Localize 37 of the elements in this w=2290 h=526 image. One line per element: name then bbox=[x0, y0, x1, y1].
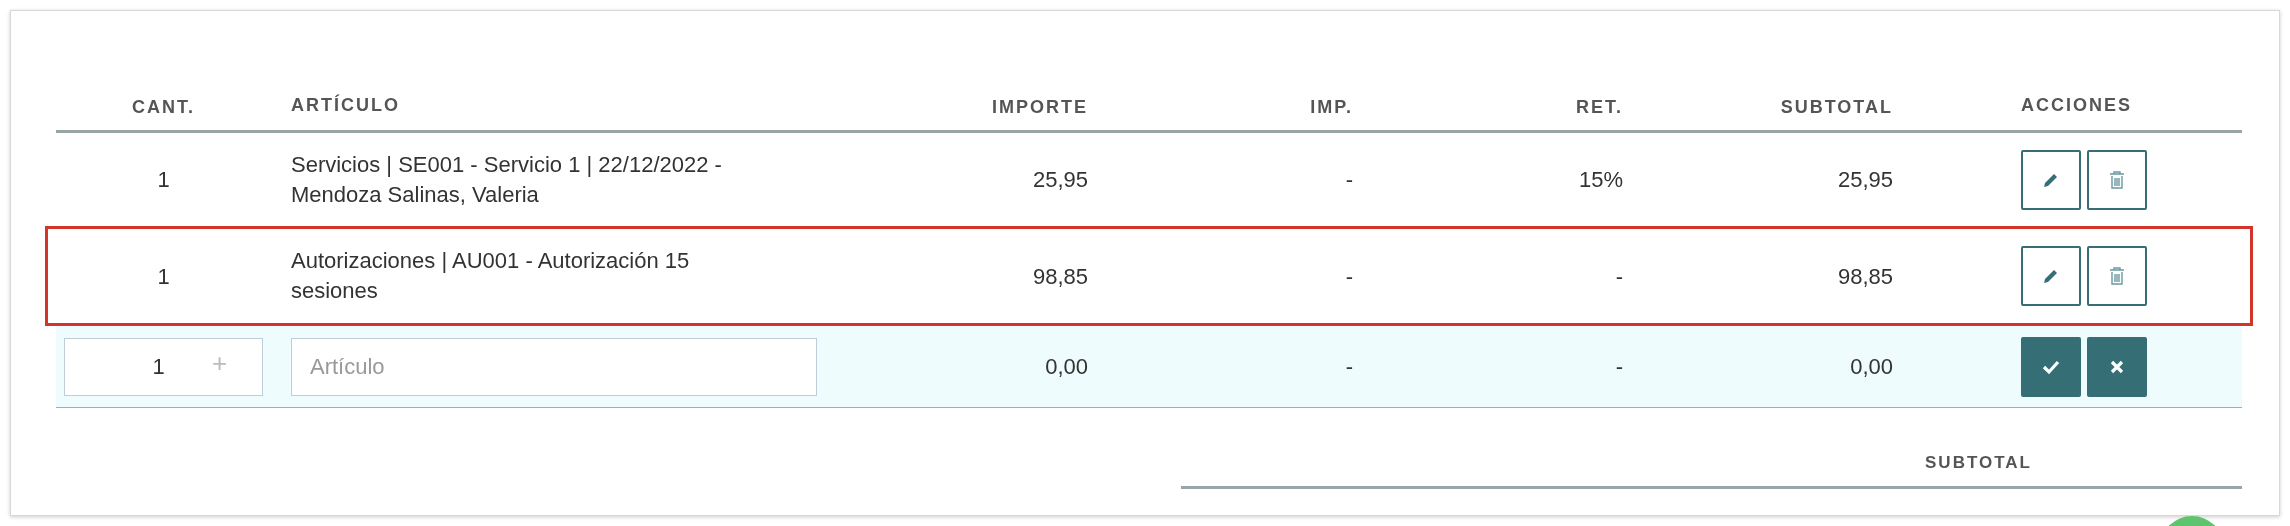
table-cell: - bbox=[1615, 354, 1623, 379]
pencil-icon bbox=[2042, 267, 2060, 285]
delete-button[interactable] bbox=[2087, 149, 2147, 210]
column-header: IMP. bbox=[1310, 97, 1353, 117]
plus-icon: + bbox=[212, 349, 228, 376]
column-header: IMPORTE bbox=[992, 97, 1088, 117]
cancel-button[interactable] bbox=[2087, 336, 2147, 397]
delete-button[interactable] bbox=[2087, 246, 2147, 306]
table-cell: 1 bbox=[157, 167, 170, 192]
article-field[interactable]: Artículo bbox=[291, 337, 817, 396]
close-icon bbox=[2110, 359, 2124, 374]
table-cell: - bbox=[1345, 354, 1353, 379]
trash-icon bbox=[2109, 266, 2125, 286]
check-icon bbox=[2042, 358, 2060, 375]
table-cell: 25,95 bbox=[1837, 167, 1893, 192]
summary-label: SUBTOTAL bbox=[1924, 452, 2033, 474]
table-cell: - bbox=[1615, 263, 1623, 289]
edit-button[interactable] bbox=[2021, 149, 2081, 210]
table-cell: 98,85 bbox=[1837, 263, 1893, 289]
table-cell: - bbox=[1345, 263, 1353, 289]
column-header: ACCIONES bbox=[2021, 94, 2132, 117]
table-cell-text: Autorizaciones | AU001 - Autorización 15 sesiones bbox=[291, 247, 691, 305]
column-header: CANT. bbox=[132, 97, 195, 117]
trash-icon bbox=[2109, 169, 2125, 190]
table-cell: 25,95 bbox=[1032, 167, 1088, 192]
table-cell-text: Servicios | SE001 - Servicio 1 | 22/12/2022 - Mendoza Salinas, Valeria bbox=[291, 150, 723, 209]
column-header: SUBTOTAL bbox=[1780, 97, 1893, 117]
table-cell: 1 bbox=[157, 263, 170, 289]
table-cell: 98,85 bbox=[1032, 263, 1088, 289]
table-cell: - bbox=[1345, 167, 1353, 192]
table-cell: 0,00 bbox=[1045, 354, 1088, 379]
confirm-button[interactable] bbox=[2021, 336, 2081, 397]
column-header: RET. bbox=[1576, 97, 1623, 117]
table-cell: 15% bbox=[1578, 167, 1623, 192]
column-header: ARTÍCULO bbox=[291, 93, 401, 118]
edit-button[interactable] bbox=[2021, 246, 2081, 306]
table-cell: 0,00 bbox=[1850, 354, 1893, 379]
